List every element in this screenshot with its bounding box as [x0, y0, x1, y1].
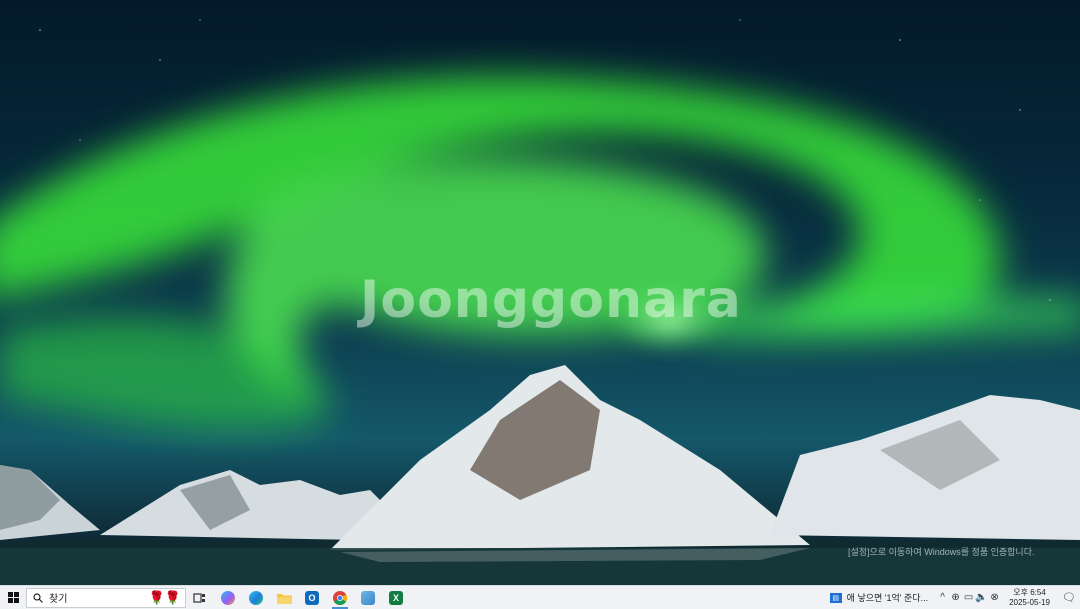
folder-icon — [276, 593, 292, 604]
news-icon: ▤ — [829, 592, 842, 603]
chevron-up-icon[interactable]: ^ — [936, 592, 949, 603]
roses-search-highlight-icon: 🌹🌹 — [148, 589, 181, 605]
outlook-button[interactable]: O — [298, 586, 326, 609]
cloud-sync-icon[interactable]: ⊕ — [949, 592, 962, 603]
windows-logo-icon — [7, 592, 19, 603]
news-widget[interactable]: ▤ 애 낳으면 '1억' 준다... — [829, 591, 929, 604]
taskbar-search-box[interactable]: 찾기 🌹🌹 — [26, 587, 186, 608]
edge-icon — [249, 590, 263, 605]
clock-time: 오후 6:54 — [1013, 587, 1046, 597]
news-headline: 애 낳으면 '1억' 준다... — [846, 593, 929, 603]
search-icon — [33, 592, 43, 603]
copilot-icon — [221, 590, 235, 605]
task-view-icon — [193, 592, 205, 603]
excel-icon: X — [389, 590, 403, 605]
copilot-button[interactable] — [214, 586, 242, 609]
clock[interactable]: 오후 6:54 2025-05-19 — [1009, 588, 1050, 608]
chrome-icon — [333, 590, 347, 605]
notification-button[interactable]: 🗨 — [1058, 591, 1080, 604]
notepad-icon — [361, 590, 375, 605]
volume-icon[interactable]: 🔈 — [975, 592, 988, 603]
clock-date: 2025-05-19 — [1009, 597, 1050, 607]
joonggonara-watermark: Joonggonara — [360, 270, 742, 330]
system-tray: ▤ 애 낳으면 '1억' 준다... ^ ⊕ ▭ 🔈 ⊗ 오후 6:54 202… — [829, 586, 1080, 609]
task-view-button[interactable] — [186, 586, 214, 609]
close-circle-icon[interactable]: ⊗ — [988, 592, 1001, 603]
excel-button[interactable]: X — [382, 586, 410, 609]
edge-button[interactable] — [242, 586, 270, 609]
windows-activation-notice: [설정]으로 이동하여 Windows를 정품 인증합니다. — [848, 547, 1035, 557]
taskbar: 찾기 🌹🌹 O X ▤ 애 낳으면 '1억' 준다... ^ ⊕ ▭ 🔈 ⊗ 오… — [0, 585, 1080, 609]
notification-icon: 🗨 — [1062, 592, 1076, 604]
notepad-button[interactable] — [354, 586, 382, 609]
desktop-wallpaper: Joonggonara [설정]으로 이동하여 Windows를 정품 인증합니… — [0, 0, 1080, 585]
start-button[interactable] — [0, 586, 26, 609]
file-explorer-button[interactable] — [270, 586, 298, 609]
network-icon[interactable]: ▭ — [962, 592, 975, 603]
outlook-icon: O — [305, 590, 319, 605]
chrome-button[interactable] — [326, 586, 354, 609]
search-label: 찾기 — [49, 594, 68, 605]
